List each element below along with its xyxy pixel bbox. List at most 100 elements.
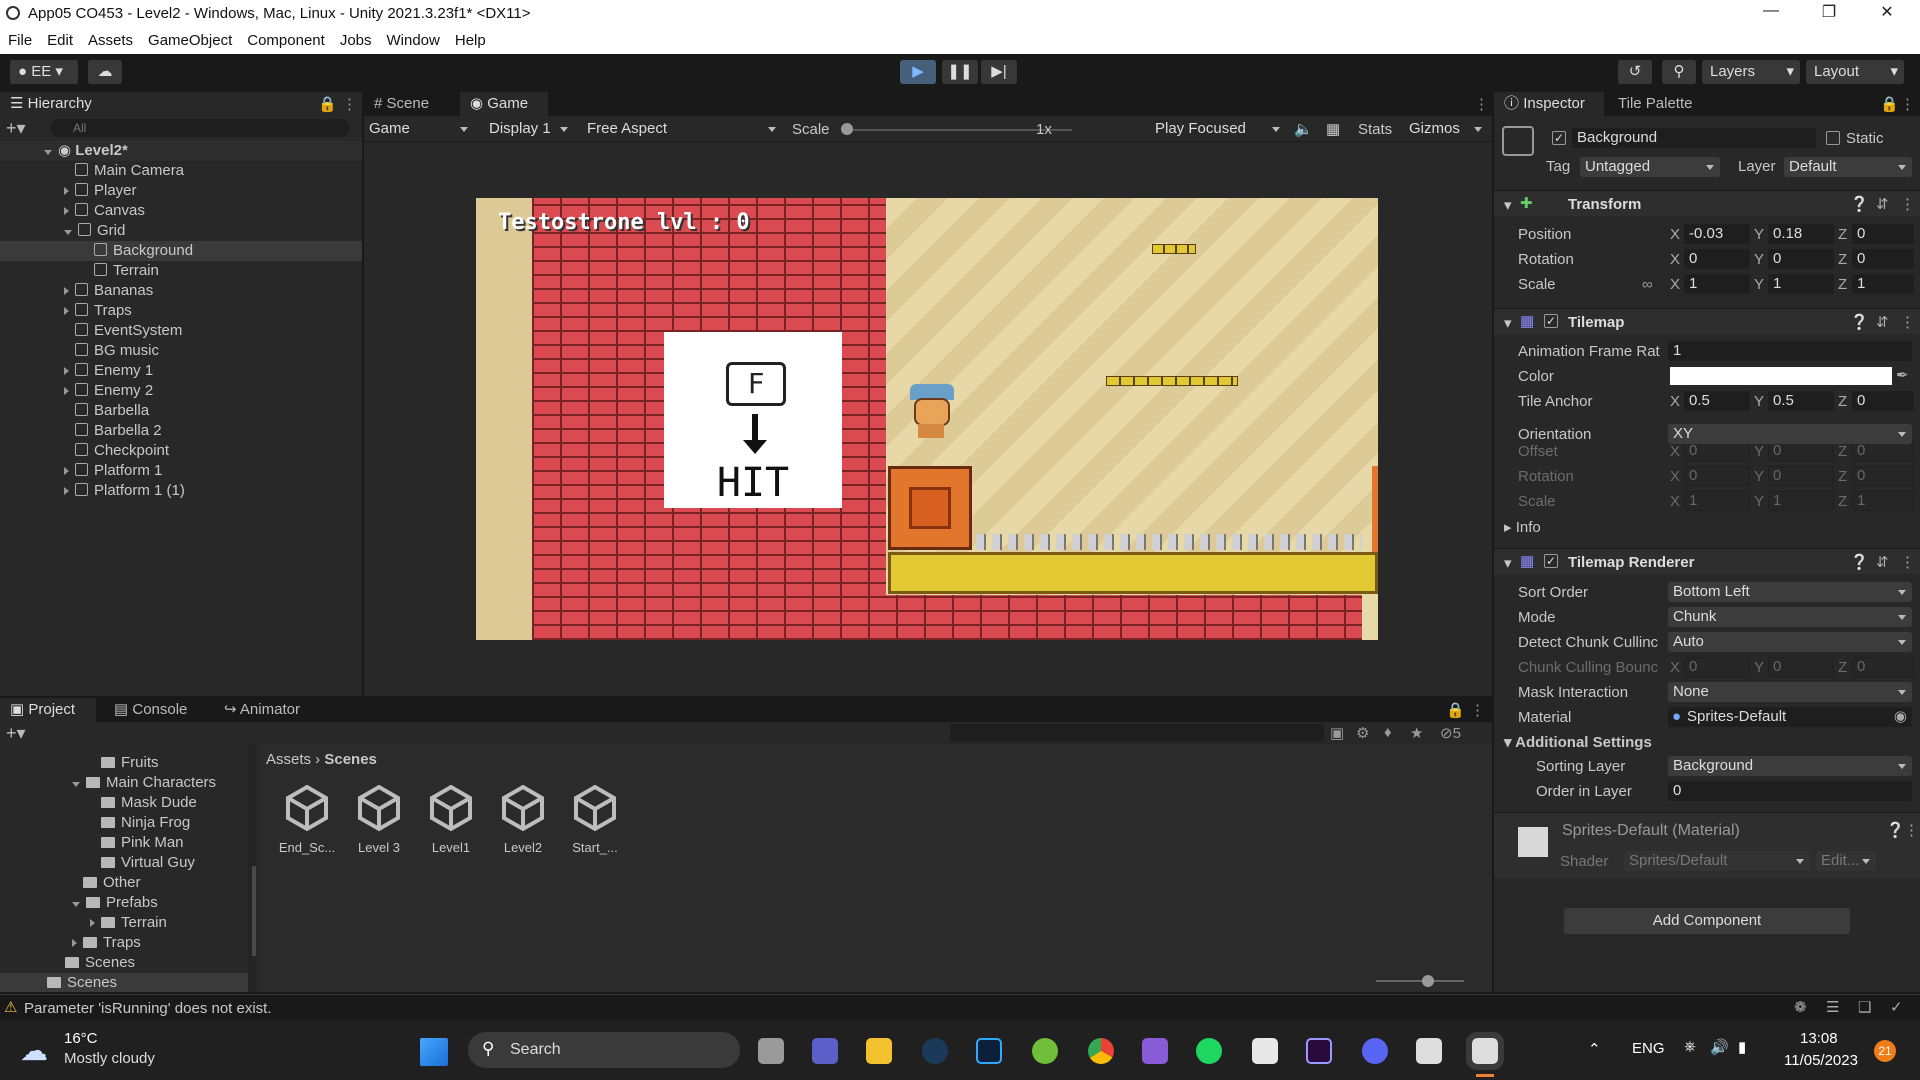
tab-console[interactable]: ▤ Console [104, 698, 200, 722]
help-icon[interactable]: ❔ [1886, 821, 1905, 839]
tilemap-renderer-header[interactable]: ▾ ▦ ✓ Tilemap Renderer ❔ ⇵ ⋮ [1494, 548, 1920, 574]
chevron-right-icon[interactable] [64, 487, 69, 495]
notification-badge[interactable]: 21 [1874, 1040, 1896, 1062]
folder-item[interactable]: Prefabs [0, 893, 248, 913]
stats-grid-icon[interactable]: ▦ [1326, 120, 1340, 138]
vector-field[interactable]: 0.5 [1768, 391, 1834, 411]
folder-item[interactable]: Terrain [0, 913, 248, 933]
vector-field[interactable]: 1 [1684, 274, 1750, 294]
step-button[interactable]: ▶| [981, 60, 1017, 84]
folder-item[interactable]: Ninja Frog [0, 813, 248, 833]
culling-dropdown[interactable]: Auto [1668, 632, 1912, 652]
tag-dropdown[interactable]: Untagged [1580, 157, 1720, 177]
breadcrumb-assets[interactable]: Assets [266, 751, 311, 768]
anim-rate-field[interactable]: 1 [1668, 341, 1912, 361]
menu-assets[interactable]: Assets [80, 28, 140, 49]
language-indicator[interactable]: ENG [1632, 1040, 1665, 1057]
hierarchy-item[interactable]: Platform 1 [0, 461, 362, 481]
chevron-right-icon[interactable] [64, 467, 69, 475]
vector-field[interactable]: 0 [1768, 657, 1834, 677]
hierarchy-item[interactable]: Enemy 1 [0, 361, 362, 381]
hierarchy-item[interactable]: BG music [0, 341, 362, 361]
menu-jobs[interactable]: Jobs [332, 28, 379, 49]
hierarchy-item[interactable]: Enemy 2 [0, 381, 362, 401]
chrome-icon[interactable] [1088, 1038, 1114, 1064]
filter-icon[interactable]: ⚙ [1356, 724, 1369, 742]
sort-order-dropdown[interactable]: Bottom Left [1668, 582, 1912, 602]
shader-dropdown[interactable]: Sprites/Default [1624, 851, 1810, 871]
layer-dropdown[interactable]: Default [1784, 157, 1912, 177]
debug-icon[interactable]: ❁ [1794, 998, 1807, 1016]
tab-scene[interactable]: # Scene [364, 92, 458, 116]
close-button[interactable]: ✕ [1864, 2, 1910, 26]
weather-text[interactable]: Mostly cloudy [64, 1050, 155, 1067]
cloud-icon[interactable]: ☁ [88, 60, 122, 84]
chevron-up-icon[interactable]: ⌃ [1588, 1040, 1601, 1058]
more-menu-icon[interactable]: ⋮ [342, 95, 357, 113]
vector-field[interactable]: 0 [1852, 466, 1914, 486]
file-explorer-icon[interactable] [866, 1038, 892, 1064]
vector-field[interactable]: 0 [1852, 224, 1914, 244]
vector-field[interactable]: 0 [1684, 466, 1750, 486]
layers-dropdown[interactable]: Layers ▾ [1702, 60, 1800, 84]
label-icon[interactable]: ♦ [1384, 724, 1392, 741]
hidden-packages-icon[interactable]: ⊘5 [1440, 724, 1461, 742]
chevron-right-icon[interactable] [72, 939, 77, 947]
add-object-button[interactable]: +▾ [6, 118, 26, 139]
constrain-proportions-icon[interactable]: ∞ [1642, 276, 1653, 293]
preset-icon[interactable]: ⇵ [1876, 195, 1889, 213]
folder-item[interactable]: Main Characters [0, 773, 248, 793]
tab-tile-palette[interactable]: Tile Palette [1608, 92, 1718, 116]
premiere-icon[interactable] [1306, 1038, 1332, 1064]
hierarchy-item[interactable]: Barbella 2 [0, 421, 362, 441]
search-icon[interactable]: ⚲ [1662, 60, 1696, 84]
scene-asset[interactable]: End_Sc... [274, 784, 340, 855]
hierarchy-item[interactable]: Grid [0, 221, 362, 241]
game-mode-dropdown[interactable]: Game [364, 119, 474, 139]
vector-field[interactable]: 0 [1852, 441, 1914, 461]
tab-game[interactable]: ◉ Game [460, 92, 548, 116]
vector-field[interactable]: 1 [1684, 491, 1750, 511]
active-checkbox[interactable]: ✓ [1552, 131, 1566, 145]
chevron-right-icon[interactable] [64, 387, 69, 395]
vector-field[interactable]: 1 [1768, 491, 1834, 511]
tab-animator[interactable]: ↪ Animator [214, 698, 314, 722]
hierarchy-item[interactable]: Main Camera [0, 161, 362, 181]
orientation-dropdown[interactable]: XY [1668, 424, 1912, 444]
favorite-star-icon[interactable]: ★ [1410, 724, 1423, 742]
chevron-down-icon[interactable] [72, 902, 80, 907]
visual-studio-icon[interactable] [1142, 1038, 1168, 1064]
progress-icon[interactable]: ☰ [1826, 998, 1839, 1016]
layout-dropdown[interactable]: Layout ▾ [1806, 60, 1904, 84]
vector-field[interactable]: 1 [1852, 274, 1914, 294]
menu-edit[interactable]: Edit [39, 28, 80, 49]
utorrent-icon[interactable] [1032, 1038, 1058, 1064]
tab-project[interactable]: ▣ Project [0, 698, 96, 722]
vector-field[interactable]: -0.03 [1684, 224, 1750, 244]
display-dropdown[interactable]: Display 1 [484, 119, 574, 139]
sorting-layer-dropdown[interactable]: Background [1668, 756, 1912, 776]
zoom-slider-handle[interactable] [1422, 975, 1434, 987]
more-menu-icon[interactable]: ⋮ [1474, 95, 1489, 113]
mode-dropdown[interactable]: Chunk [1668, 607, 1912, 627]
scale-slider-handle[interactable] [841, 123, 853, 135]
vector-field[interactable]: 0 [1768, 466, 1834, 486]
taskbar-search[interactable]: ⚲ Search [468, 1032, 740, 1068]
help-icon[interactable]: ❔ [1850, 313, 1869, 331]
vector-field[interactable]: 0 [1852, 657, 1914, 677]
zoom-slider[interactable] [1376, 980, 1464, 982]
scene-asset[interactable]: Level2 [490, 784, 556, 855]
search-by-type-icon[interactable]: ▣ [1330, 724, 1344, 742]
play-button[interactable]: ▶ [900, 60, 936, 84]
vector-field[interactable]: 1 [1768, 274, 1834, 294]
more-menu-icon[interactable]: ⋮ [1900, 553, 1915, 571]
object-picker-icon[interactable]: ◉ [1894, 708, 1907, 726]
gizmos-dropdown[interactable]: Gizmos [1404, 119, 1488, 139]
unity-hub-icon[interactable] [1416, 1038, 1442, 1064]
scene-asset[interactable]: Start_... [562, 784, 628, 855]
vector-field[interactable]: 0 [1852, 391, 1914, 411]
chevron-down-icon[interactable] [44, 150, 52, 155]
discord-icon[interactable] [1362, 1038, 1388, 1064]
create-asset-button[interactable]: +▾ [6, 723, 26, 744]
photoshop-icon[interactable] [976, 1038, 1002, 1064]
